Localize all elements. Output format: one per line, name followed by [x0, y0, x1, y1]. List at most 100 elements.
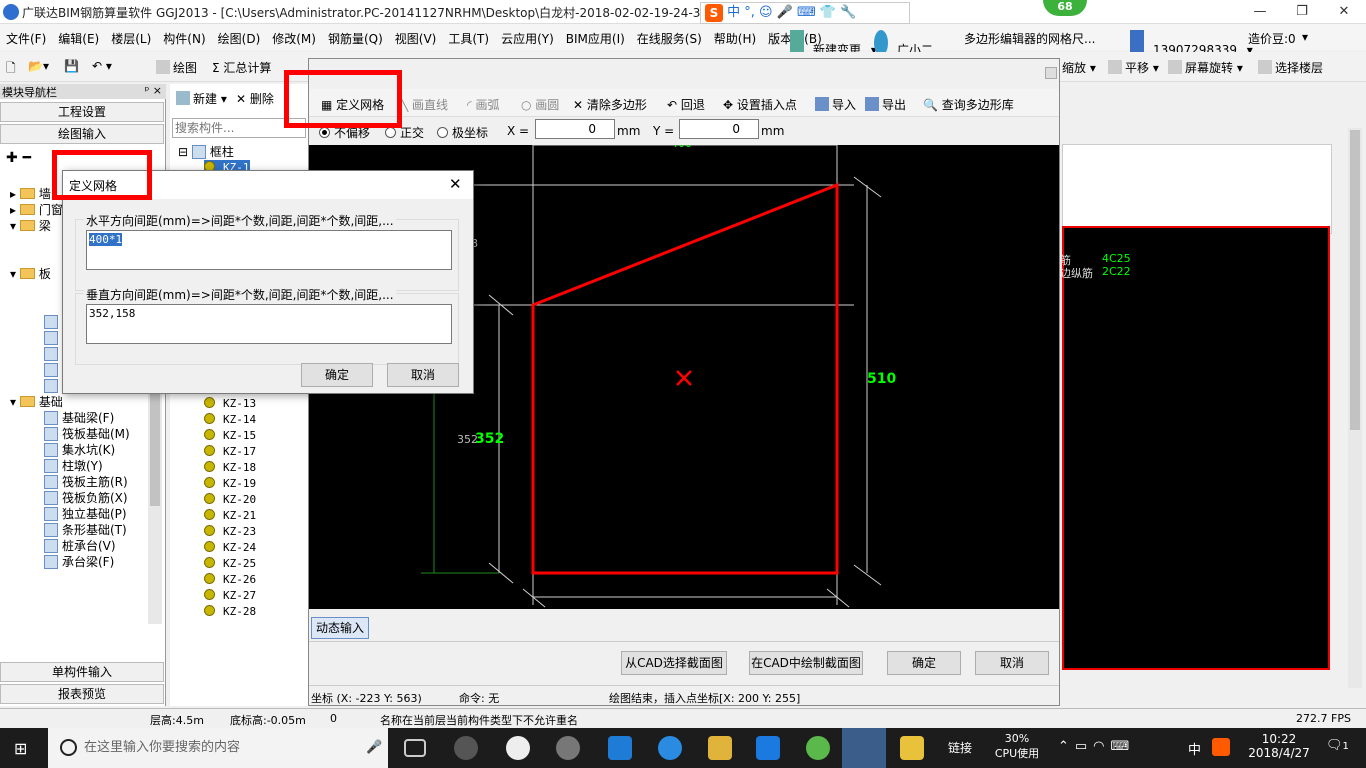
component-list-item[interactable]: KZ-26	[204, 572, 256, 588]
x-input[interactable]: 0	[535, 119, 615, 139]
expand-icon[interactable]: ▾	[10, 267, 20, 281]
rotate-button[interactable]: 屏幕旋转 ▾	[1168, 59, 1243, 76]
component-list-item[interactable]: KZ-17	[204, 444, 256, 460]
nav-tree-item[interactable]: 筏板主筋(R)	[44, 474, 128, 490]
export-button[interactable]: 导出	[865, 96, 906, 113]
right-canvas[interactable]: 筋 4C25 边纵筋 2C22	[1060, 226, 1330, 670]
file-explorer-icon[interactable]	[708, 736, 732, 760]
ie-browser-icon[interactable]	[506, 736, 530, 760]
set-insert-point-button[interactable]: ✥ 设置插入点	[723, 96, 797, 113]
menu-view[interactable]: 视图(V)	[389, 24, 443, 50]
nav-tree-item[interactable]: 独立基础(P)	[44, 506, 127, 522]
app-g-icon[interactable]	[556, 736, 580, 760]
notification-center-icon[interactable]: 🗨1	[1326, 738, 1349, 753]
score-badge[interactable]: 68	[1043, 0, 1087, 16]
notes-app-icon[interactable]	[900, 736, 924, 760]
start-windows-icon[interactable]: ⊞	[14, 739, 27, 758]
component-list-item[interactable]: KZ-15	[204, 428, 256, 444]
zoom-button[interactable]: 缩放 ▾	[1062, 59, 1096, 76]
menu-draw[interactable]: 绘图(D)	[212, 24, 267, 50]
editor-cancel-button[interactable]: 取消	[975, 651, 1049, 675]
restore-icon[interactable]: ❐	[1282, 2, 1322, 22]
component-list-item[interactable]: KZ-13	[204, 396, 256, 412]
clock[interactable]: 10:22 2018/4/27	[1244, 732, 1314, 760]
assistant-button[interactable]: 广小二	[874, 24, 939, 57]
link-label[interactable]: 链接	[948, 739, 972, 756]
radio-polar[interactable]: 极坐标	[437, 124, 488, 141]
delete-component-button[interactable]: ✕ 删除	[236, 90, 274, 107]
nav-tree-item[interactable]: ▾ 板	[10, 266, 51, 282]
nav-pin-close[interactable]: ᵖ ×	[145, 84, 162, 97]
expand-icon[interactable]: ▸	[10, 203, 20, 217]
component-list-item[interactable]: KZ-19	[204, 476, 256, 492]
new-change-menu[interactable]: 新建变更 ▾	[790, 24, 877, 57]
expand-icon[interactable]: ▾	[10, 219, 20, 233]
cpu-monitor[interactable]: 30% CPU使用	[992, 732, 1042, 761]
cad-select-section-button[interactable]: 从CAD选择截面图	[621, 651, 727, 675]
nav-tree-item[interactable]: 条形基础(T)	[44, 522, 127, 538]
pan-button[interactable]: 平移 ▾	[1108, 59, 1159, 76]
menu-file[interactable]: 文件(F)	[0, 24, 52, 50]
draw-arc-button[interactable]: ◜ 画弧	[467, 96, 499, 113]
ime-toolbar[interactable]: S 中 °, ☺ 🎤 ⌨ 👕 🔧	[700, 2, 910, 24]
component-list-item[interactable]: KZ-14	[204, 412, 256, 428]
component-list-item[interactable]: KZ-20	[204, 492, 256, 508]
dialog-close-icon[interactable]: ✕	[449, 175, 462, 193]
new-component-button[interactable]: 新建 ▾	[176, 90, 227, 107]
sum-calc-button[interactable]: Σ 汇总计算	[212, 59, 271, 76]
task-view-icon[interactable]	[404, 739, 426, 757]
component-list-item[interactable]: KZ-21	[204, 508, 256, 524]
component-list-item[interactable]: KZ-27	[204, 588, 256, 604]
project-settings-button[interactable]: 工程设置	[0, 102, 164, 122]
ggj-active-app-icon[interactable]	[842, 728, 886, 768]
single-component-input-button[interactable]: 单构件输入	[0, 662, 164, 682]
nav-tree-item[interactable]: 承台梁(F)	[44, 554, 114, 570]
editor-close-icon[interactable]	[1045, 67, 1057, 79]
component-list-item[interactable]: KZ-28	[204, 604, 256, 620]
undo-button[interactable]: ↶ 回退	[667, 96, 705, 113]
report-preview-button[interactable]: 报表预览	[0, 684, 164, 704]
minimize-icon[interactable]: —	[1240, 2, 1280, 22]
taskbar-search-box[interactable]: 在这里输入你要搜索的内容 🎤	[48, 728, 388, 768]
menu-online[interactable]: 在线服务(S)	[631, 24, 708, 50]
menu-cloud[interactable]: 云应用(Y)	[495, 24, 560, 50]
nav-tree-item[interactable]: 柱墩(Y)	[44, 458, 103, 474]
tray-icons[interactable]: ⌃▭◠⌨	[1058, 739, 1135, 754]
input-language[interactable]: 中	[1188, 739, 1201, 758]
editor-ok-button[interactable]: 确定	[887, 651, 961, 675]
coins-dropdown[interactable]: ▾	[1302, 24, 1308, 50]
menu-rebar[interactable]: 钢筋量(Q)	[322, 24, 389, 50]
dialog-ok-button[interactable]: 确定	[301, 363, 373, 387]
user-account[interactable]: 13907298339 ▾	[1130, 24, 1253, 57]
undo-icon[interactable]: ↶ ▾	[92, 59, 112, 73]
y-input[interactable]: 0	[679, 119, 759, 139]
radio-orthogonal[interactable]: 正交	[385, 124, 424, 141]
horizontal-spacing-input[interactable]: 400*1	[86, 230, 452, 270]
component-list-item[interactable]: KZ-23	[204, 524, 256, 540]
save-icon[interactable]: 💾	[64, 59, 79, 73]
component-list-item[interactable]: KZ-24	[204, 540, 256, 556]
menu-modify[interactable]: 修改(M)	[266, 24, 322, 50]
dialog-cancel-button[interactable]: 取消	[387, 363, 459, 387]
nav-tree-item[interactable]: ▸ 墙	[10, 186, 51, 202]
menu-help[interactable]: 帮助(H)	[708, 24, 762, 50]
draw-button[interactable]: 绘图	[156, 59, 197, 76]
clear-polygon-button[interactable]: ✕ 清除多边形	[573, 96, 647, 113]
notice-link[interactable]: 多边形编辑器的网格尺...	[964, 24, 1095, 50]
menu-tools[interactable]: 工具(T)	[442, 24, 495, 50]
component-list-item[interactable]: KZ-25	[204, 556, 256, 572]
dynamic-input-tab[interactable]: 动态输入	[311, 617, 370, 639]
nav-tree-item[interactable]: ▾ 基础	[10, 394, 63, 410]
close-icon[interactable]: ✕	[1324, 2, 1364, 22]
menu-edit[interactable]: 编辑(E)	[52, 24, 105, 50]
menu-bim[interactable]: BIM应用(I)	[560, 24, 631, 50]
draw-circle-button[interactable]: ○ 画圆	[521, 96, 559, 113]
define-grid-button[interactable]: ▦ 定义网格	[321, 96, 384, 113]
drawing-input-button[interactable]: 绘图输入	[0, 124, 164, 144]
query-polygon-lib-button[interactable]: 🔍 查询多边形库	[923, 96, 1014, 113]
nav-tree-item[interactable]: 基础梁(F)	[44, 410, 114, 426]
component-list-item[interactable]: KZ-18	[204, 460, 256, 476]
radio-no-offset[interactable]: 不偏移	[319, 124, 370, 141]
tree-root-frame-column[interactable]: ⊟ 框柱	[178, 144, 234, 160]
open-file-icon[interactable]: 📂▾	[28, 59, 49, 73]
